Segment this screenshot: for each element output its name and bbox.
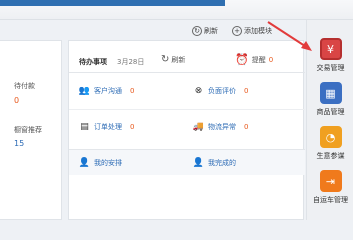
sidebar-item-store[interactable]: ⇥ 自运车管理 [307,166,353,210]
top-bar [0,0,353,20]
refresh-button[interactable]: ↻ 刷新 [192,24,218,38]
goods-icon: ▦ [319,82,342,104]
tasks-date: 3月28日 [117,58,145,66]
sidebar-item-label: 生意参谋 [316,152,345,160]
task-label: 物流异常 [208,122,236,131]
task-logistics-exception[interactable]: 🚚 物流异常 0 [192,121,249,132]
sidebar-item-label: 商品管理 [316,108,345,116]
row-divider [69,109,305,110]
schedule-row: 👤 我的安排 👤 我完成的 [69,149,305,175]
sidebar-item-label: 自运车管理 [313,196,348,204]
remind-label: 提醒 [251,55,266,64]
transaction-icon: ¥ [319,38,342,60]
task-customer-communication[interactable]: 👥 客户沟通 0 [78,85,135,96]
tasks-refresh-label: 刷新 [171,55,186,64]
my-completed-link[interactable]: 👤 我完成的 [193,157,236,168]
tasks-header: 待办事项 3月28日 ↻ 刷新 ⏰ 提醒 0 [69,41,305,73]
pending-pay-label: 待付款 [14,82,35,90]
refresh-icon: ↻ [161,54,170,65]
task-count: 0 [130,122,135,131]
remind-button[interactable]: ⏰ 提醒 0 [235,53,273,66]
task-count: 0 [244,122,249,131]
tasks-panel: 待办事项 3月28日 ↻ 刷新 ⏰ 提醒 0 👥 客户沟通 0 ⊗ 负面评价 0… [68,40,305,220]
refresh-label: 刷新 [204,27,218,35]
my-completed-label: 我完成的 [208,158,236,167]
store-management-icon: ⇥ [319,170,342,192]
plus-icon: + [232,26,242,36]
customers-icon: 👥 [78,85,91,96]
task-order-processing[interactable]: ▤ 订单处理 0 [79,121,134,132]
user-check-icon: 👤 [192,157,205,168]
sidebar-item-transaction[interactable]: ¥ 交易管理 [307,34,353,78]
tasks-refresh-button[interactable]: ↻ 刷新 [161,54,185,65]
tasks-title: 待办事项 [79,58,107,66]
pending-pay-value[interactable]: 0 [14,96,19,105]
refresh-icon: ↻ [192,26,202,36]
sidebar-item-label: 交易管理 [316,64,345,72]
recommend-value[interactable]: 15 [14,139,24,148]
sidebar-item-goods[interactable]: ▦ 商品管理 [307,78,353,122]
header-strip [0,0,225,6]
task-negative-review[interactable]: ⊗ 负面评价 0 [193,85,249,96]
remind-count: 0 [268,55,274,64]
alarm-clock-icon: ⏰ [235,53,249,66]
user-icon: 👤 [78,157,91,168]
summary-panel: 待付款 0 橱窗推荐 15 [0,40,62,220]
task-count: 0 [130,86,135,95]
add-module-label: 添加模块 [244,27,272,35]
task-label: 客户沟通 [94,86,122,95]
sidebar-item-business-advisor[interactable]: ◔ 生意参谋 [307,122,353,166]
negative-review-icon: ⊗ [194,85,203,96]
my-schedule-link[interactable]: 👤 我的安排 [79,157,122,168]
my-schedule-label: 我的安排 [94,158,122,167]
right-sidebar: ¥ 交易管理 ▦ 商品管理 ◔ 生意参谋 ⇥ 自运车管理 [306,20,353,220]
task-label: 负面评价 [208,86,236,95]
task-count: 0 [244,86,249,95]
order-icon: ▤ [80,121,89,132]
task-label: 订单处理 [94,122,122,131]
logistics-icon: 🚚 [192,121,205,132]
recommend-label: 橱窗推荐 [14,126,42,134]
add-module-button[interactable]: + 添加模块 [232,24,272,38]
business-advisor-icon: ◔ [319,126,342,148]
